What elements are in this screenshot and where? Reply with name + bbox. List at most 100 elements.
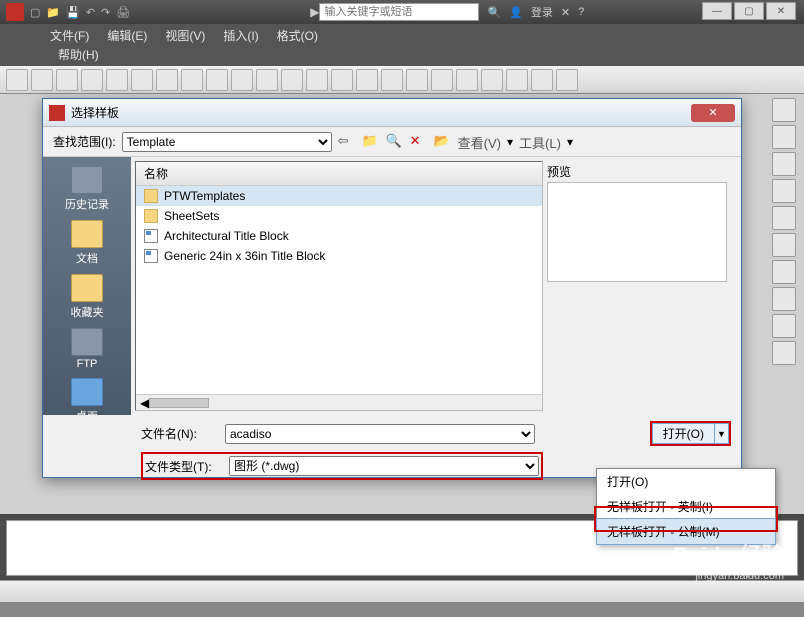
list-item[interactable]: SheetSets	[136, 206, 542, 226]
toolbar-button[interactable]	[281, 69, 303, 91]
palette-button[interactable]	[772, 287, 796, 311]
palette-button[interactable]	[772, 206, 796, 230]
toolbar-button[interactable]	[56, 69, 78, 91]
list-item[interactable]: PTWTemplates	[136, 186, 542, 206]
toolbar-button[interactable]	[306, 69, 328, 91]
toolbar-button[interactable]	[256, 69, 278, 91]
new-folder-icon[interactable]: 📂	[434, 133, 452, 151]
view-dropdown[interactable]: 查看(V)	[458, 133, 501, 151]
menu-no-template-metric[interactable]: 无样板打开 - 公制(M)	[596, 518, 776, 545]
toolbar-button[interactable]	[231, 69, 253, 91]
toolbar-button[interactable]	[156, 69, 178, 91]
toolbar-button[interactable]	[181, 69, 203, 91]
toolbar-button[interactable]	[431, 69, 453, 91]
qat-open-icon[interactable]: 📁	[46, 6, 60, 19]
toolbar-button[interactable]	[331, 69, 353, 91]
toolbar-button[interactable]	[381, 69, 403, 91]
palette-button[interactable]	[772, 179, 796, 203]
folder-icon	[144, 209, 158, 223]
menubar-row2: 帮助(H)	[0, 46, 804, 66]
column-header-name[interactable]: 名称	[136, 162, 542, 186]
toolbar-button[interactable]	[206, 69, 228, 91]
palette-button[interactable]	[772, 314, 796, 338]
toolbar-button[interactable]	[6, 69, 28, 91]
qat-undo-icon[interactable]: ↶	[86, 6, 95, 19]
sidebar-ftp[interactable]: FTP	[71, 325, 103, 373]
sidebar-history[interactable]: 历史记录	[65, 163, 109, 215]
menu-open[interactable]: 打开(O)	[597, 469, 775, 494]
file-pane: 名称 PTWTemplates SheetSets Architectural …	[131, 157, 741, 415]
lookin-select[interactable]: Template	[122, 132, 332, 152]
menu-no-template-imperial[interactable]: 无样板打开 - 英制(I)	[597, 494, 775, 519]
sidebar-documents[interactable]: 文档	[71, 217, 103, 269]
right-palette	[772, 98, 800, 365]
palette-button[interactable]	[772, 125, 796, 149]
search-arrow-icon[interactable]: ▶	[310, 5, 319, 19]
menu-view[interactable]: 视图(V)	[165, 27, 205, 44]
statusbar	[0, 580, 804, 602]
exchange-icon[interactable]: ✕	[561, 6, 570, 19]
toolbar-button[interactable]	[106, 69, 128, 91]
toolbar	[0, 66, 804, 94]
menubar: 文件(F) 编辑(E) 视图(V) 插入(I) 格式(O)	[0, 24, 804, 46]
filetype-select[interactable]: 图形 (*.dwg)	[229, 456, 539, 476]
list-item[interactable]: Generic 24in x 36in Title Block	[136, 246, 542, 266]
toolbar-button[interactable]	[481, 69, 503, 91]
toolbar-button[interactable]	[81, 69, 103, 91]
up-icon[interactable]: 📁	[362, 133, 380, 151]
search-input[interactable]	[319, 3, 479, 21]
preview-pane: 预览	[547, 161, 737, 411]
palette-button[interactable]	[772, 260, 796, 284]
filetype-label: 文件类型(T):	[145, 458, 223, 475]
filename-input[interactable]: acadiso	[225, 424, 535, 444]
toolbar-button[interactable]	[356, 69, 378, 91]
open-dropdown-button[interactable]: ▼	[715, 423, 729, 444]
sidebar-favorites[interactable]: 收藏夹	[71, 271, 104, 323]
help-icon[interactable]: ?	[578, 6, 584, 18]
menu-insert[interactable]: 插入(I)	[223, 27, 258, 44]
toolbar-button[interactable]	[31, 69, 53, 91]
file-list[interactable]: 名称 PTWTemplates SheetSets Architectural …	[135, 161, 543, 411]
qat-new-icon[interactable]: ▢	[30, 6, 40, 19]
documents-icon	[71, 220, 103, 248]
qat-print-icon[interactable]: 🖨	[116, 6, 130, 19]
filename-row: 文件名(N): acadiso 打开(O) ▼	[141, 421, 731, 446]
palette-button[interactable]	[772, 233, 796, 257]
qat-redo-icon[interactable]: ↷	[101, 6, 110, 19]
toolbar-button[interactable]	[556, 69, 578, 91]
lookin-label: 查找范围(I):	[53, 133, 116, 150]
toolbar-button[interactable]	[531, 69, 553, 91]
horizontal-scrollbar[interactable]: ◀	[136, 394, 542, 410]
menu-file[interactable]: 文件(F)	[50, 27, 89, 44]
filename-label: 文件名(N):	[141, 425, 219, 442]
palette-button[interactable]	[772, 98, 796, 122]
dialog-close-button[interactable]: ✕	[691, 104, 735, 122]
list-item[interactable]: Architectural Title Block	[136, 226, 542, 246]
desktop-icon	[71, 378, 103, 406]
qat-save-icon[interactable]: 💾	[66, 6, 80, 19]
toolbar-button[interactable]	[456, 69, 478, 91]
maximize-button[interactable]: ▢	[734, 2, 764, 20]
app-logo	[6, 3, 24, 21]
toolbar-button[interactable]	[506, 69, 528, 91]
history-icon	[71, 166, 103, 194]
menu-edit[interactable]: 编辑(E)	[107, 27, 147, 44]
close-button[interactable]: ✕	[766, 2, 796, 20]
open-button[interactable]: 打开(O)	[652, 423, 715, 444]
tools-dropdown[interactable]: 工具(L)	[519, 133, 561, 151]
delete-icon[interactable]: ✕	[410, 133, 428, 151]
user-icon[interactable]: 👤	[509, 6, 523, 19]
menu-help[interactable]: 帮助(H)	[58, 48, 99, 62]
palette-button[interactable]	[772, 341, 796, 365]
palette-button[interactable]	[772, 152, 796, 176]
sidebar-desktop[interactable]: 桌面	[71, 375, 103, 415]
minimize-button[interactable]: —	[702, 2, 732, 20]
toolbar-button[interactable]	[131, 69, 153, 91]
toolbar-button[interactable]	[406, 69, 428, 91]
menu-format[interactable]: 格式(O)	[277, 27, 318, 44]
search-web-icon[interactable]: 🔍	[386, 133, 404, 151]
login-label[interactable]: 登录	[531, 4, 553, 20]
binoculars-icon[interactable]: 🔍	[487, 6, 501, 19]
back-icon[interactable]: ⇦	[338, 133, 356, 151]
open-button-group: 打开(O) ▼	[650, 421, 731, 446]
